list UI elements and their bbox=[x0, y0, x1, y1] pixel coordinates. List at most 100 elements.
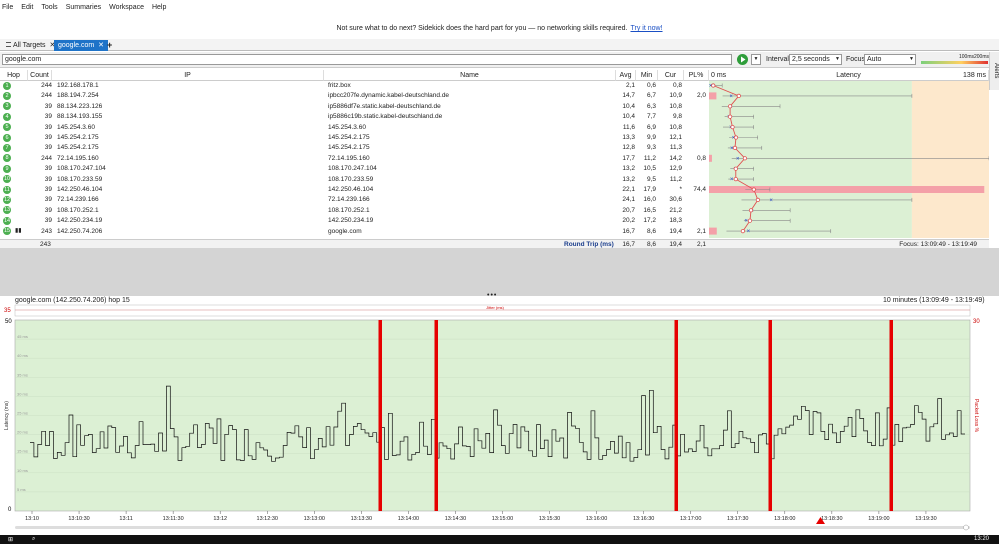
windows-icon[interactable]: ⊞ bbox=[8, 536, 13, 543]
col-hop[interactable]: Hop bbox=[0, 70, 28, 81]
cell-ip: 108.170.252.1 bbox=[57, 206, 99, 214]
x-tick-label: 13:15:30 bbox=[539, 516, 560, 522]
col-latency[interactable]: 0 ms Latency 138 ms bbox=[709, 70, 989, 81]
add-tab-button[interactable]: + bbox=[103, 40, 116, 51]
table-row[interactable]: 13 39 108.170.252.1 108.170.252.1 20,7 16,5 21… bbox=[0, 206, 709, 215]
cell-pl bbox=[684, 133, 706, 142]
focus-label: Focus bbox=[846, 56, 866, 63]
menu-file[interactable]: File bbox=[0, 0, 17, 11]
target-input[interactable]: google.com bbox=[2, 54, 732, 65]
timeline-thumb bbox=[963, 524, 969, 531]
table-row[interactable]: 2 244 188.194.7.254 ipbcc207fe.dynamic.kabe… bbox=[0, 91, 709, 100]
table-row[interactable]: 9 39 108.170.247.104 108.170.247.104 13,2 10,… bbox=[0, 164, 709, 173]
search-icon[interactable]: ⌕ bbox=[32, 536, 35, 543]
tab-all-targets-label: All Targets bbox=[13, 42, 46, 49]
menu-help[interactable]: Help bbox=[148, 0, 170, 11]
cell-pl bbox=[684, 206, 706, 215]
cell-min: 17,9 bbox=[643, 186, 656, 193]
menu-edit[interactable]: Edit bbox=[17, 0, 37, 11]
interval-value: 2,5 seconds bbox=[792, 56, 830, 63]
cell-pl bbox=[684, 123, 706, 132]
cell-count: 39 bbox=[44, 144, 52, 152]
scale-200-label: 200ms bbox=[974, 54, 990, 60]
col-cur[interactable]: Cur bbox=[658, 70, 684, 81]
cell-avg: 22,1 bbox=[622, 186, 635, 193]
col-ip[interactable]: IP bbox=[52, 70, 324, 81]
hop-number: 4 bbox=[3, 112, 11, 121]
table-row[interactable]: 8 244 72.14.195.160 72.14.195.160 17,7 11,2 14… bbox=[0, 154, 709, 163]
cell-avg: 16,7 bbox=[622, 227, 635, 235]
menu-tools[interactable]: Tools bbox=[37, 0, 61, 11]
tab-all-targets[interactable]: All Targets ✕ bbox=[2, 40, 59, 51]
cell-count: 39 bbox=[44, 206, 52, 214]
cell-avg: 13,2 bbox=[622, 175, 635, 183]
table-row[interactable]: 12 39 72.14.239.166 72.14.239.166 24,1 16,0 30… bbox=[0, 195, 709, 204]
hop-number: 15 bbox=[3, 227, 11, 236]
col-avg[interactable]: Avg bbox=[616, 70, 636, 81]
table-row[interactable]: 11 39 142.250.46.104 142.250.46.104 22,1 17,9… bbox=[0, 185, 709, 194]
cell-ip: 108.170.233.59 bbox=[57, 175, 103, 183]
cell-count: 39 bbox=[44, 217, 52, 225]
cell-cur: 9,8 bbox=[672, 113, 682, 121]
hop-number: 8 bbox=[3, 154, 11, 163]
play-dropdown[interactable]: ▼ bbox=[751, 54, 761, 65]
avg-latency-point bbox=[751, 187, 756, 192]
table-row[interactable]: 5 39 145.254.3.60 145.254.3.60 11,6 6,9 10,8 bbox=[0, 123, 709, 132]
current-latency-mark: × bbox=[736, 156, 740, 162]
menu-summaries[interactable]: Summaries bbox=[62, 0, 105, 11]
cell-pl bbox=[684, 81, 706, 90]
y-tick-label: 30 ms bbox=[17, 391, 28, 396]
cell-ip: 72.14.195.160 bbox=[57, 154, 99, 162]
col-name[interactable]: Name bbox=[324, 70, 616, 81]
scale-bar bbox=[921, 61, 988, 64]
table-row[interactable]: 7 39 145.254.2.175 145.254.2.175 12,8 9,3 11,3 bbox=[0, 143, 709, 152]
table-row[interactable]: 4 39 88.134.193.155 ip5886c19b.static.kabel… bbox=[0, 112, 709, 121]
x-tick-label: 13:15:00 bbox=[492, 516, 513, 522]
cell-pl bbox=[684, 216, 706, 225]
summary-cur: 19,4 bbox=[669, 241, 682, 248]
col-pl[interactable]: PL% bbox=[684, 70, 709, 81]
banner-link[interactable]: Try it now! bbox=[631, 25, 663, 32]
cell-ip: 88.134.223.126 bbox=[57, 102, 103, 110]
col-count[interactable]: Count bbox=[28, 70, 52, 81]
packet-loss-bar bbox=[709, 154, 712, 162]
bar-chart-icon[interactable]: ▮▮ bbox=[15, 227, 22, 236]
cell-name: 145.254.3.60 bbox=[328, 123, 366, 131]
cell-pl: 2,0 bbox=[696, 92, 706, 100]
cell-avg: 20,7 bbox=[622, 206, 635, 214]
table-row[interactable]: 6 39 145.254.2.175 145.254.2.175 13,3 9,9 12,1 bbox=[0, 133, 709, 142]
play-button[interactable] bbox=[737, 54, 748, 65]
focus-select[interactable]: Auto ▼ bbox=[864, 54, 916, 65]
menu-workspace[interactable]: Workspace bbox=[105, 0, 148, 11]
cell-pl bbox=[684, 164, 706, 173]
target-tabs: All Targets ✕ google.com ✕ + bbox=[0, 39, 999, 51]
table-row[interactable]: 10 39 108.170.233.59 108.170.233.59 13,2 9,5 1… bbox=[0, 175, 709, 184]
cell-name: 72.14.195.160 bbox=[328, 154, 370, 162]
y2-axis-max: 30 bbox=[973, 319, 980, 325]
warning-latency-zone bbox=[911, 81, 989, 238]
table-row[interactable]: 3 39 88.134.223.126 ip5886df7e.static.kabel… bbox=[0, 102, 709, 111]
summary-count: 243 bbox=[40, 241, 51, 248]
interval-select[interactable]: 2,5 seconds ▼ bbox=[789, 54, 842, 65]
y-axis-title: Latency (ms) bbox=[4, 401, 10, 430]
cell-name: fritz.box bbox=[328, 82, 351, 89]
tab-google[interactable]: google.com ✕ bbox=[54, 40, 109, 51]
summary-avg: 16,7 bbox=[622, 241, 635, 248]
history-panel: google.com (142.250.74.206) hop 15 10 mi… bbox=[0, 296, 999, 531]
alerts-tab[interactable]: Alerts bbox=[989, 52, 999, 90]
table-row[interactable]: 14 39 142.250.234.19 142.250.234.19 20,2 17,2… bbox=[0, 216, 709, 225]
cell-min: 17,2 bbox=[643, 217, 656, 225]
packet-loss-marker bbox=[434, 320, 438, 511]
cell-avg: 17,7 bbox=[622, 154, 635, 162]
cell-ip: 145.254.2.175 bbox=[57, 144, 99, 152]
current-latency-mark: × bbox=[769, 198, 773, 204]
cell-name: 142.250.234.19 bbox=[328, 217, 374, 225]
cell-cur: * bbox=[679, 186, 682, 193]
avg-latency-point bbox=[711, 83, 716, 88]
y-tick-label: 5 ms bbox=[17, 487, 26, 492]
col-min[interactable]: Min bbox=[636, 70, 658, 81]
cell-ip: 145.254.3.60 bbox=[57, 123, 95, 131]
table-row[interactable]: 15 243 142.250.74.206 google.com 16,7 8,6 19,4… bbox=[0, 227, 709, 236]
cell-min: 9,9 bbox=[646, 134, 656, 141]
table-row[interactable]: 1 244 192.168.178.1 fritz.box 2,1 0,6 0,8 bbox=[0, 81, 709, 90]
